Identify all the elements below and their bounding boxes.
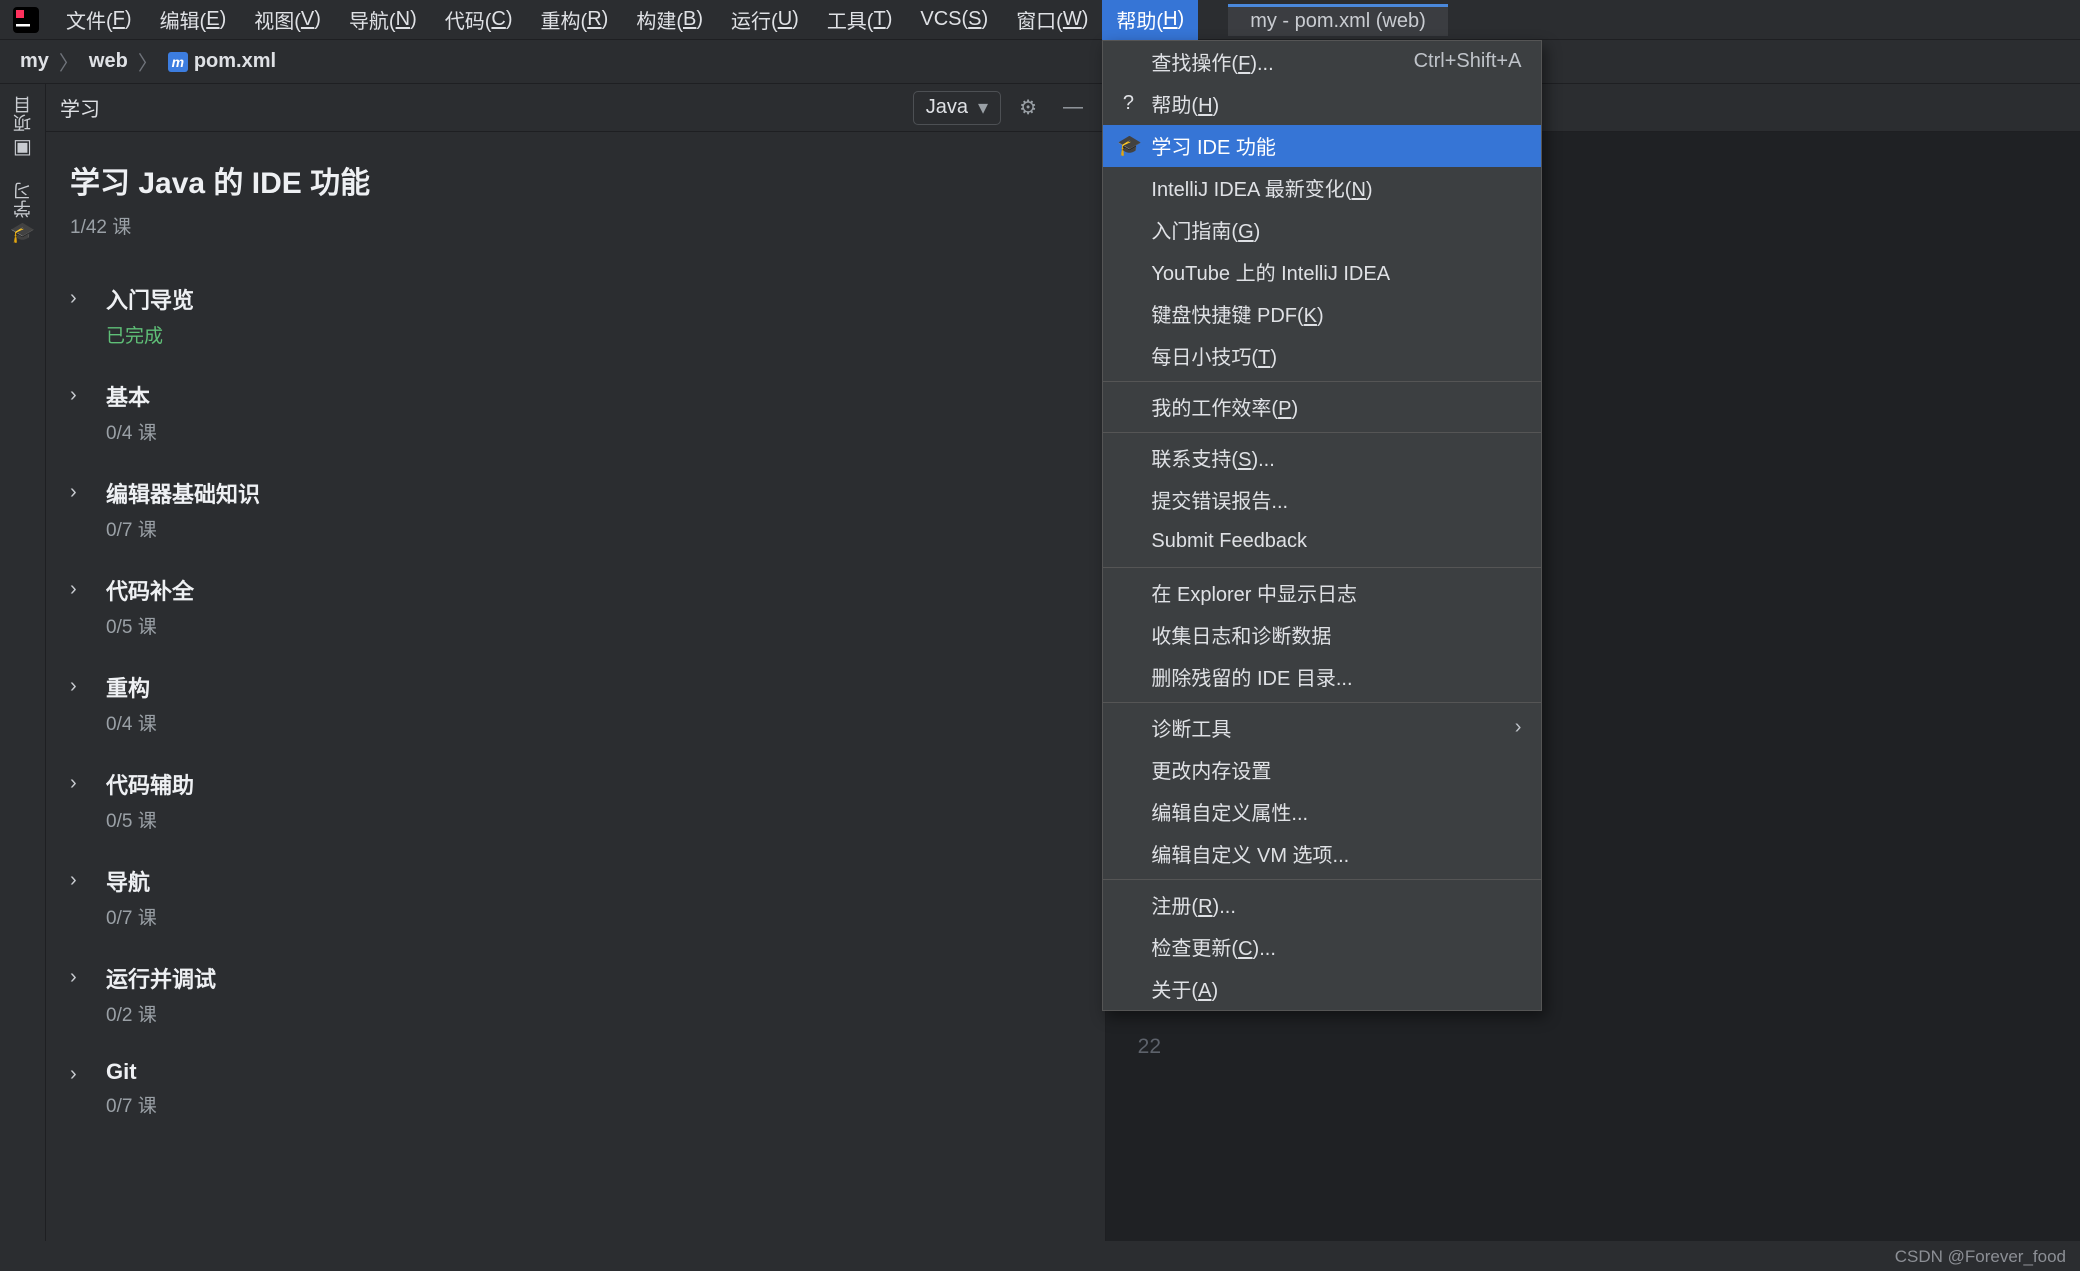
watermark: CSDN @Forever_food <box>1895 1247 2066 1267</box>
chevron-right-icon: › <box>70 772 77 795</box>
chevron-right-icon: › <box>70 578 77 601</box>
lesson-item[interactable]: › 入门导览已完成 <box>70 269 1081 366</box>
help-item[interactable]: 注册(R)... <box>1103 884 1541 926</box>
breadcrumb-module[interactable]: web <box>89 50 128 73</box>
help-item[interactable]: 每日小技巧(T) <box>1103 335 1541 377</box>
menu-文件[interactable]: 文件(F) <box>52 0 146 40</box>
breadcrumb-file[interactable]: pom.xml <box>194 50 276 73</box>
chevron-right-icon: 〉 <box>138 47 158 76</box>
breadcrumb-root[interactable]: my <box>20 50 49 73</box>
tool-project[interactable]: 项目 ▣ <box>10 96 36 156</box>
menu-vcs[interactable]: VCS(S) <box>906 0 1002 40</box>
help-item[interactable]: 在 Explorer 中显示日志 <box>1103 572 1541 614</box>
learn-progress-total: 1/42 课 <box>70 212 1081 239</box>
graduation-cap-icon: 🎓 <box>13 222 33 242</box>
menu-item-icon: ? <box>1117 92 1139 115</box>
help-item[interactable]: 关于(A) <box>1103 968 1541 1010</box>
menu-视图[interactable]: 视图(V) <box>240 0 335 40</box>
menu-重构[interactable]: 重构(R) <box>527 0 623 40</box>
lesson-item[interactable]: › 编辑器基础知识0/7 课 <box>70 463 1081 560</box>
help-item[interactable]: 检查更新(C)... <box>1103 926 1541 968</box>
lesson-item[interactable]: › Git0/7 课 <box>70 1045 1081 1136</box>
menu-构建[interactable]: 构建(B) <box>622 0 717 40</box>
chevron-right-icon: › <box>70 287 77 310</box>
menu-代码[interactable]: 代码(C) <box>431 0 527 40</box>
menu-工具[interactable]: 工具(T) <box>813 0 907 40</box>
menu-item-icon: 🎓 <box>1117 133 1139 158</box>
breadcrumb-row: my 〉 web 〉 m pom.xml <box>0 40 2080 84</box>
lesson-item[interactable]: › 代码补全0/5 课 <box>70 560 1081 657</box>
help-item[interactable]: 查找操作(F)...Ctrl+Shift+A <box>1103 41 1541 83</box>
minimize-icon[interactable]: — <box>1055 96 1091 119</box>
help-item[interactable]: 编辑自定义属性... <box>1103 791 1541 833</box>
language-selector[interactable]: Java ▾ <box>913 91 1001 125</box>
help-item[interactable]: 删除残留的 IDE 目录... <box>1103 656 1541 698</box>
help-item[interactable]: 诊断工具› <box>1103 707 1541 749</box>
learn-panel: 学习 Java ▾ ⚙ — 学习 Java 的 IDE 功能 1/42 课 › … <box>46 84 1106 1241</box>
chevron-right-icon: › <box>70 1063 77 1086</box>
help-item[interactable]: IntelliJ IDEA 最新变化(N) <box>1103 167 1541 209</box>
help-item[interactable]: 入门指南(G) <box>1103 209 1541 251</box>
help-item[interactable]: ?帮助(H) <box>1103 83 1541 125</box>
lesson-item[interactable]: › 基本0/4 课 <box>70 366 1081 463</box>
chevron-right-icon: › <box>1515 716 1522 739</box>
help-item[interactable]: 编辑自定义 VM 选项... <box>1103 833 1541 875</box>
help-item[interactable]: 提交错误报告... <box>1103 479 1541 521</box>
learn-heading: 学习 Java 的 IDE 功能 <box>70 158 1081 202</box>
lesson-item[interactable]: › 代码辅助0/5 课 <box>70 754 1081 851</box>
menu-导航[interactable]: 导航(N) <box>335 0 431 40</box>
app-logo-icon <box>6 0 46 40</box>
chevron-right-icon: › <box>70 869 77 892</box>
help-item[interactable]: 我的工作效率(P) <box>1103 386 1541 428</box>
lesson-item[interactable]: › 运行并调试0/2 课 <box>70 948 1081 1045</box>
menu-bar: 文件(F)编辑(E)视图(V)导航(N)代码(C)重构(R)构建(B)运行(U)… <box>0 0 2080 40</box>
help-item[interactable]: Submit Feedback <box>1103 521 1541 563</box>
help-item[interactable]: YouTube 上的 IntelliJ IDEA <box>1103 251 1541 293</box>
help-item[interactable]: 键盘快捷键 PDF(K) <box>1103 293 1541 335</box>
help-item[interactable]: 收集日志和诊断数据 <box>1103 614 1541 656</box>
help-item[interactable]: 联系支持(S)... <box>1103 437 1541 479</box>
tool-learn[interactable]: 学习 🎓 <box>10 182 36 242</box>
chevron-right-icon: 〉 <box>59 47 79 76</box>
gear-icon[interactable]: ⚙ <box>1011 95 1045 120</box>
lesson-item[interactable]: › 重构0/4 课 <box>70 657 1081 754</box>
menu-帮助[interactable]: 帮助(H)查找操作(F)...Ctrl+Shift+A?帮助(H)🎓学习 IDE… <box>1102 0 1198 40</box>
chevron-down-icon: ▾ <box>978 95 988 120</box>
maven-icon: m <box>168 52 188 72</box>
menu-编辑[interactable]: 编辑(E) <box>146 0 241 40</box>
chevron-right-icon: › <box>70 675 77 698</box>
folder-icon: ▣ <box>13 136 33 156</box>
left-tool-strip: 项目 ▣ 学习 🎓 <box>0 84 46 1241</box>
chevron-right-icon: › <box>70 966 77 989</box>
lesson-item[interactable]: › 导航0/7 课 <box>70 851 1081 948</box>
chevron-right-icon: › <box>70 384 77 407</box>
help-dropdown: 查找操作(F)...Ctrl+Shift+A?帮助(H)🎓学习 IDE 功能In… <box>1102 40 1542 1011</box>
chevron-right-icon: › <box>70 481 77 504</box>
title-tab[interactable]: my - pom.xml (web) <box>1228 4 1448 36</box>
help-item[interactable]: 🎓学习 IDE 功能 <box>1103 125 1541 167</box>
menu-运行[interactable]: 运行(U) <box>717 0 813 40</box>
menu-窗口[interactable]: 窗口(W) <box>1002 0 1102 40</box>
help-item[interactable]: 更改内存设置 <box>1103 749 1541 791</box>
learn-tab-label[interactable]: 学习 <box>60 93 903 122</box>
